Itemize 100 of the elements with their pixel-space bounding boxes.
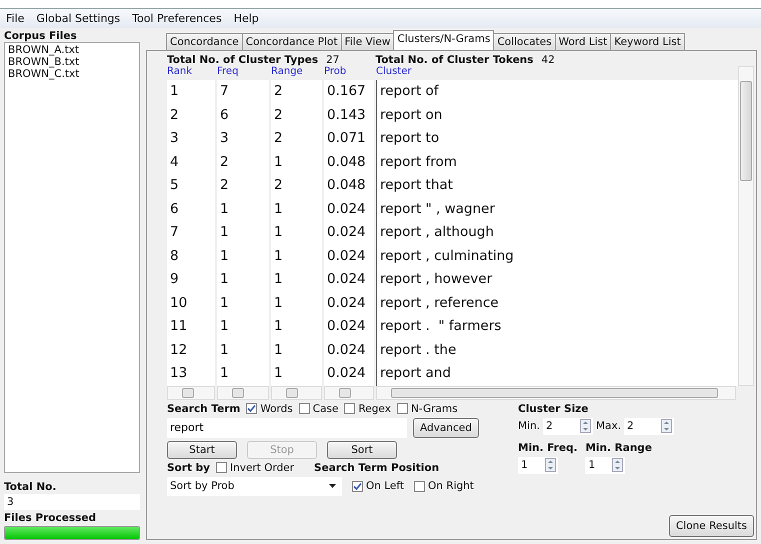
total-value: 3 — [4, 494, 140, 510]
tab[interactable]: Clusters/N-Grams — [393, 30, 494, 50]
threshold-spinner[interactable]: 1 — [518, 456, 558, 474]
table-cell: 1 — [217, 244, 269, 268]
table-cell: 0.071 — [324, 127, 374, 150]
tab[interactable]: Concordance — [166, 33, 243, 50]
table-cell: 0.143 — [324, 104, 374, 127]
spinner-icon[interactable] — [580, 419, 591, 433]
search-term-label: Search Term — [167, 402, 240, 414]
column-header[interactable]: Freq — [217, 66, 269, 80]
table-cell: 3 — [167, 127, 215, 150]
column-header[interactable]: Range — [271, 66, 322, 80]
vertical-scrollbar[interactable] — [738, 66, 754, 386]
checkbox-label: On Left — [366, 480, 404, 492]
menu-item[interactable]: Help — [234, 12, 259, 25]
column-header[interactable]: Cluster — [376, 66, 738, 80]
table-cell: report from — [376, 150, 738, 174]
files-processed-label: Files Processed — [4, 512, 97, 524]
table-cell: 0.048 — [324, 174, 374, 198]
table-cell: report , although — [376, 221, 738, 244]
table-cell: 9 — [167, 268, 215, 292]
corpus-entry[interactable]: BROWN_B.txt — [8, 56, 136, 68]
spinner-icon[interactable] — [612, 458, 624, 472]
tab[interactable]: Word List — [554, 33, 612, 50]
table-cell: 1 — [271, 221, 322, 244]
table-cell: 4 — [167, 150, 215, 174]
table-cell: 0.048 — [324, 150, 374, 174]
checkbox-label: Invert Order — [230, 462, 294, 474]
table-cell: 1 — [217, 315, 269, 338]
table-cell: 6 — [167, 198, 215, 221]
checkbox-label: Words — [260, 402, 293, 414]
table-cell: 3 — [217, 127, 269, 150]
checkbox[interactable] — [246, 403, 258, 414]
table-cell: report that — [376, 174, 738, 198]
tab[interactable]: Concordance Plot — [242, 33, 342, 50]
checkbox[interactable] — [352, 480, 363, 492]
checkbox[interactable] — [216, 462, 227, 473]
checkbox[interactable] — [344, 403, 356, 414]
table-cell: 0.024 — [324, 244, 374, 268]
advanced-button[interactable]: Advanced — [413, 418, 479, 438]
table-cell: 1 — [271, 244, 322, 268]
checkbox[interactable] — [396, 403, 408, 414]
spinner-icon[interactable] — [661, 419, 672, 433]
cluster-size-label: Cluster Size — [518, 402, 590, 414]
table-cell: 1 — [271, 362, 322, 386]
search-field[interactable]: report — [167, 418, 407, 438]
table-cell: report . the — [376, 338, 738, 362]
tab[interactable]: File View — [340, 33, 394, 50]
table-cell: 2 — [271, 104, 322, 127]
action-button[interactable]: Start — [167, 440, 237, 458]
checkbox[interactable] — [414, 480, 426, 492]
table-cell: 2 — [217, 174, 269, 198]
max-label: Max. — [596, 420, 622, 432]
table-cell: 1 — [271, 150, 322, 174]
table-cell: 0.024 — [324, 338, 374, 362]
checkbox-label: On Right — [428, 480, 474, 492]
table-cell: 1 — [271, 268, 322, 292]
checkbox[interactable] — [298, 403, 310, 414]
table-cell: 2 — [271, 127, 322, 150]
column-header[interactable]: Prob — [324, 66, 374, 80]
corpus-entry[interactable]: BROWN_C.txt — [8, 68, 136, 80]
total-label: Total No. — [4, 481, 58, 493]
table-cell: 0.024 — [324, 362, 374, 386]
position-label: Search Term Position — [314, 462, 440, 474]
tab[interactable]: Collocates — [493, 33, 556, 50]
table-cell: 0.024 — [324, 198, 374, 221]
table-cell: report " , wagner — [376, 198, 738, 221]
menu-item[interactable]: File — [6, 12, 24, 25]
menu-item[interactable]: Tool Preferences — [132, 12, 222, 25]
table-cell: 11 — [167, 315, 215, 338]
checkbox-label: Case — [312, 402, 338, 414]
table-cell: report of — [376, 80, 738, 104]
tab[interactable]: Keyword List — [610, 33, 685, 50]
table-cell: report and — [376, 362, 738, 386]
checkbox-label: Regex — [358, 402, 391, 414]
types-label: Total No. of Cluster Types — [167, 54, 318, 66]
table-cell: 0.024 — [324, 268, 374, 292]
menu-item[interactable]: Global Settings — [36, 12, 120, 25]
threshold-spinner[interactable]: 1 — [585, 456, 626, 474]
table-cell: 12 — [167, 338, 215, 362]
types-count: 27 — [326, 54, 340, 66]
min-spinner[interactable]: 2 — [542, 418, 593, 434]
corpus-entry[interactable]: BROWN_A.txt — [8, 44, 136, 56]
table-cell: 1 — [271, 198, 322, 221]
table-cell: 1 — [217, 338, 269, 362]
action-button[interactable]: Sort — [327, 440, 397, 458]
table-cell: 1 — [217, 221, 269, 244]
table-cell: 5 — [167, 174, 215, 198]
max-spinner[interactable]: 2 — [624, 418, 674, 434]
clone-results-button[interactable]: Clone Results — [668, 515, 754, 537]
sort-by-label: Sort by — [167, 462, 210, 474]
spinner-icon[interactable] — [545, 458, 556, 472]
table-cell: 8 — [167, 244, 215, 268]
table-cell: 10 — [167, 292, 215, 315]
table-cell: 2 — [167, 104, 215, 127]
table-cell: 7 — [217, 80, 269, 104]
tokens-label: Total No. of Cluster Tokens — [375, 54, 534, 66]
table-cell: 7 — [167, 221, 215, 244]
sort-dropdown[interactable]: Sort by Prob — [167, 476, 342, 496]
column-header[interactable]: Rank — [167, 66, 215, 80]
